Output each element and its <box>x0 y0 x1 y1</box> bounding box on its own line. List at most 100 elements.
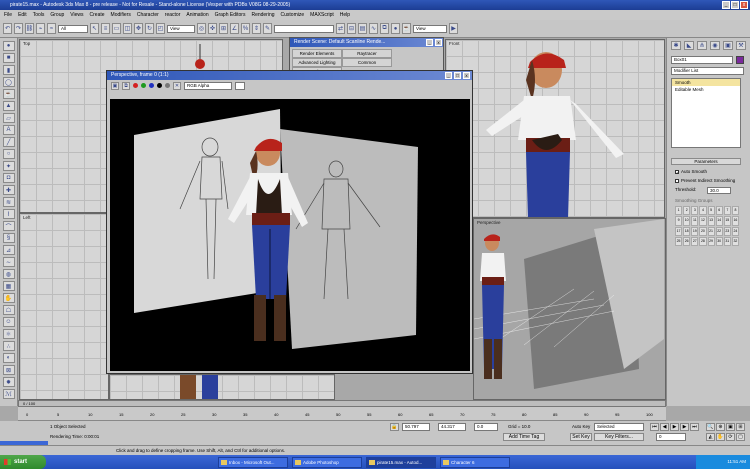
smoothing-group-button[interactable]: 11 <box>691 216 699 226</box>
goto-end-icon[interactable]: ⏭ <box>690 423 699 431</box>
pan-icon[interactable]: ✋ <box>716 433 725 441</box>
viewport-left-lower[interactable] <box>109 374 335 400</box>
smoothing-group-button[interactable]: 13 <box>707 216 715 226</box>
start-button[interactable]: start <box>0 455 46 469</box>
viewport-perspective[interactable]: Perspective <box>473 218 666 400</box>
object-color-swatch[interactable] <box>736 56 744 64</box>
object-name-field[interactable]: Box01 <box>671 56 733 64</box>
render-type-dropdown[interactable]: View <box>413 24 447 33</box>
smoothing-group-button[interactable]: 19 <box>691 226 699 236</box>
goto-start-icon[interactable]: ⏮ <box>650 423 659 431</box>
smoothing-group-button[interactable]: 18 <box>683 226 691 236</box>
smoothing-group-button[interactable]: 1 <box>675 206 683 216</box>
key-mode-dropdown[interactable]: Selected <box>594 423 644 431</box>
select-move-icon[interactable]: ✥ <box>134 23 143 34</box>
angle-snap-icon[interactable]: ∠ <box>230 23 239 34</box>
bind-space-warp-icon[interactable]: ≈ <box>47 23 56 34</box>
bend-modifier-icon[interactable]: ⌒ <box>2 221 15 231</box>
smoothing-group-button[interactable]: 4 <box>699 206 707 216</box>
text-shape-icon[interactable]: A <box>2 125 15 135</box>
auto-smooth-checkbox[interactable]: ✓ Auto Smooth <box>675 169 707 175</box>
smoothing-group-button[interactable]: 30 <box>715 236 723 246</box>
previous-frame-icon[interactable]: ◀ <box>660 423 669 431</box>
cone-icon[interactable]: ▲ <box>2 101 15 111</box>
frame-close-button[interactable]: x <box>463 72 470 79</box>
smoothing-group-button[interactable]: 8 <box>731 206 739 216</box>
task-photoshop[interactable]: Adobe Photoshop <box>292 456 362 468</box>
helper-icon[interactable]: ✚ <box>2 185 15 195</box>
taper-modifier-icon[interactable]: ⊿ <box>2 245 15 255</box>
modifier-list-dropdown[interactable]: Modifier List <box>671 67 744 75</box>
next-frame-icon[interactable]: ▶ <box>680 423 689 431</box>
utilities-tab-icon[interactable]: ⚒ <box>736 41 746 50</box>
maximize-button[interactable]: □ <box>731 1 739 9</box>
menu-views[interactable]: Views <box>70 12 83 18</box>
smoothing-group-button[interactable]: 3 <box>691 206 699 216</box>
menu-edit[interactable]: Edit <box>18 12 27 18</box>
tab-common[interactable]: Common <box>342 58 392 67</box>
maximize-viewport-icon[interactable]: ▢ <box>736 433 745 441</box>
auto-key-label[interactable]: Auto Key <box>572 424 590 429</box>
smoothing-group-button[interactable]: 12 <box>699 216 707 226</box>
task-3dsmax[interactable]: pirate15.max - Autod... <box>366 456 436 468</box>
smoothing-group-button[interactable]: 15 <box>723 216 731 226</box>
stack-item-smooth[interactable]: Smooth <box>672 79 740 86</box>
select-object-icon[interactable]: ↖ <box>90 23 99 34</box>
menu-file[interactable]: File <box>4 12 12 18</box>
parameters-rollout-header[interactable]: Parameters <box>671 158 741 165</box>
menu-create[interactable]: Create <box>90 12 105 18</box>
alpha-channel-icon[interactable] <box>157 83 162 88</box>
plane-icon[interactable]: ▱ <box>2 113 15 123</box>
snap-toggle-icon[interactable]: ⊞ <box>219 23 228 34</box>
script-icon[interactable]: ℳ <box>2 389 15 399</box>
edit-named-selections-icon[interactable]: ✎ <box>263 23 272 34</box>
tab-raytracer[interactable]: Raytracer <box>342 49 392 58</box>
threshold-spinner[interactable]: 30.0 <box>707 187 731 194</box>
channel-dropdown[interactable]: RGB Alpha <box>184 81 232 90</box>
smoothing-group-button[interactable]: 31 <box>723 236 731 246</box>
minimize-button[interactable]: _ <box>722 1 730 9</box>
teapot-icon[interactable]: ☕ <box>2 89 15 99</box>
camera-icon[interactable]: ◘ <box>2 173 15 183</box>
green-channel-icon[interactable] <box>141 83 146 88</box>
time-slider[interactable]: 0 / 100 <box>18 400 666 407</box>
y-coordinate-field[interactable]: 44.317 <box>438 423 466 431</box>
zoom-extents-all-icon[interactable]: ⊞ <box>736 423 745 431</box>
rectangular-selection-icon[interactable]: ▭ <box>112 23 121 34</box>
light-icon[interactable]: ✦ <box>2 161 15 171</box>
zoom-extents-icon[interactable]: ▣ <box>726 423 735 431</box>
frame-minimize-button[interactable]: _ <box>445 72 452 79</box>
smoothing-group-button[interactable]: 22 <box>715 226 723 236</box>
select-manipulate-icon[interactable]: ✜ <box>208 23 217 34</box>
smoothing-group-button[interactable]: 28 <box>699 236 707 246</box>
red-channel-icon[interactable] <box>133 83 138 88</box>
morph-icon[interactable]: ◐ <box>2 353 15 363</box>
menu-group[interactable]: Group <box>50 12 64 18</box>
create-tab-icon[interactable]: ✱ <box>671 41 681 50</box>
link-icon[interactable]: ⛓ <box>25 23 34 34</box>
selection-filter-dropdown[interactable]: All <box>58 24 88 33</box>
x-coordinate-field[interactable]: 50.797 <box>402 423 430 431</box>
reference-coord-dropdown[interactable]: View <box>167 24 195 33</box>
biped-icon[interactable]: ☺ <box>2 317 15 327</box>
noise-modifier-icon[interactable]: ∼ <box>2 257 15 267</box>
layer-manager-icon[interactable]: ▤ <box>358 23 367 34</box>
frame-maximize-button[interactable]: □ <box>454 72 461 79</box>
track-bar[interactable]: 0 5 10 15 20 25 30 35 40 45 50 55 60 65 70 75 80 85 90 95 10… <box>18 407 666 421</box>
current-frame-field[interactable]: 0 <box>656 433 686 441</box>
smoothing-group-button[interactable]: 29 <box>707 236 715 246</box>
twist-modifier-icon[interactable]: § <box>2 233 15 243</box>
render-scene-close-button[interactable]: x <box>435 39 442 46</box>
smoothing-group-button[interactable]: 10 <box>683 216 691 226</box>
hierarchy-tab-icon[interactable]: ⋔ <box>697 41 707 50</box>
smoothing-group-button[interactable]: 16 <box>731 216 739 226</box>
blue-channel-icon[interactable] <box>149 83 154 88</box>
mirror-icon[interactable]: ⇄ <box>336 23 345 34</box>
tab-advanced-lighting[interactable]: Advanced Lighting <box>292 58 342 67</box>
smoothing-group-button[interactable]: 7 <box>723 206 731 216</box>
monochrome-icon[interactable] <box>165 83 170 88</box>
quick-render-icon[interactable]: ▶ <box>449 23 458 34</box>
display-tab-icon[interactable]: ▣ <box>723 41 733 50</box>
smoothing-group-button[interactable]: 20 <box>699 226 707 236</box>
torus-icon[interactable]: ◯ <box>2 77 15 87</box>
